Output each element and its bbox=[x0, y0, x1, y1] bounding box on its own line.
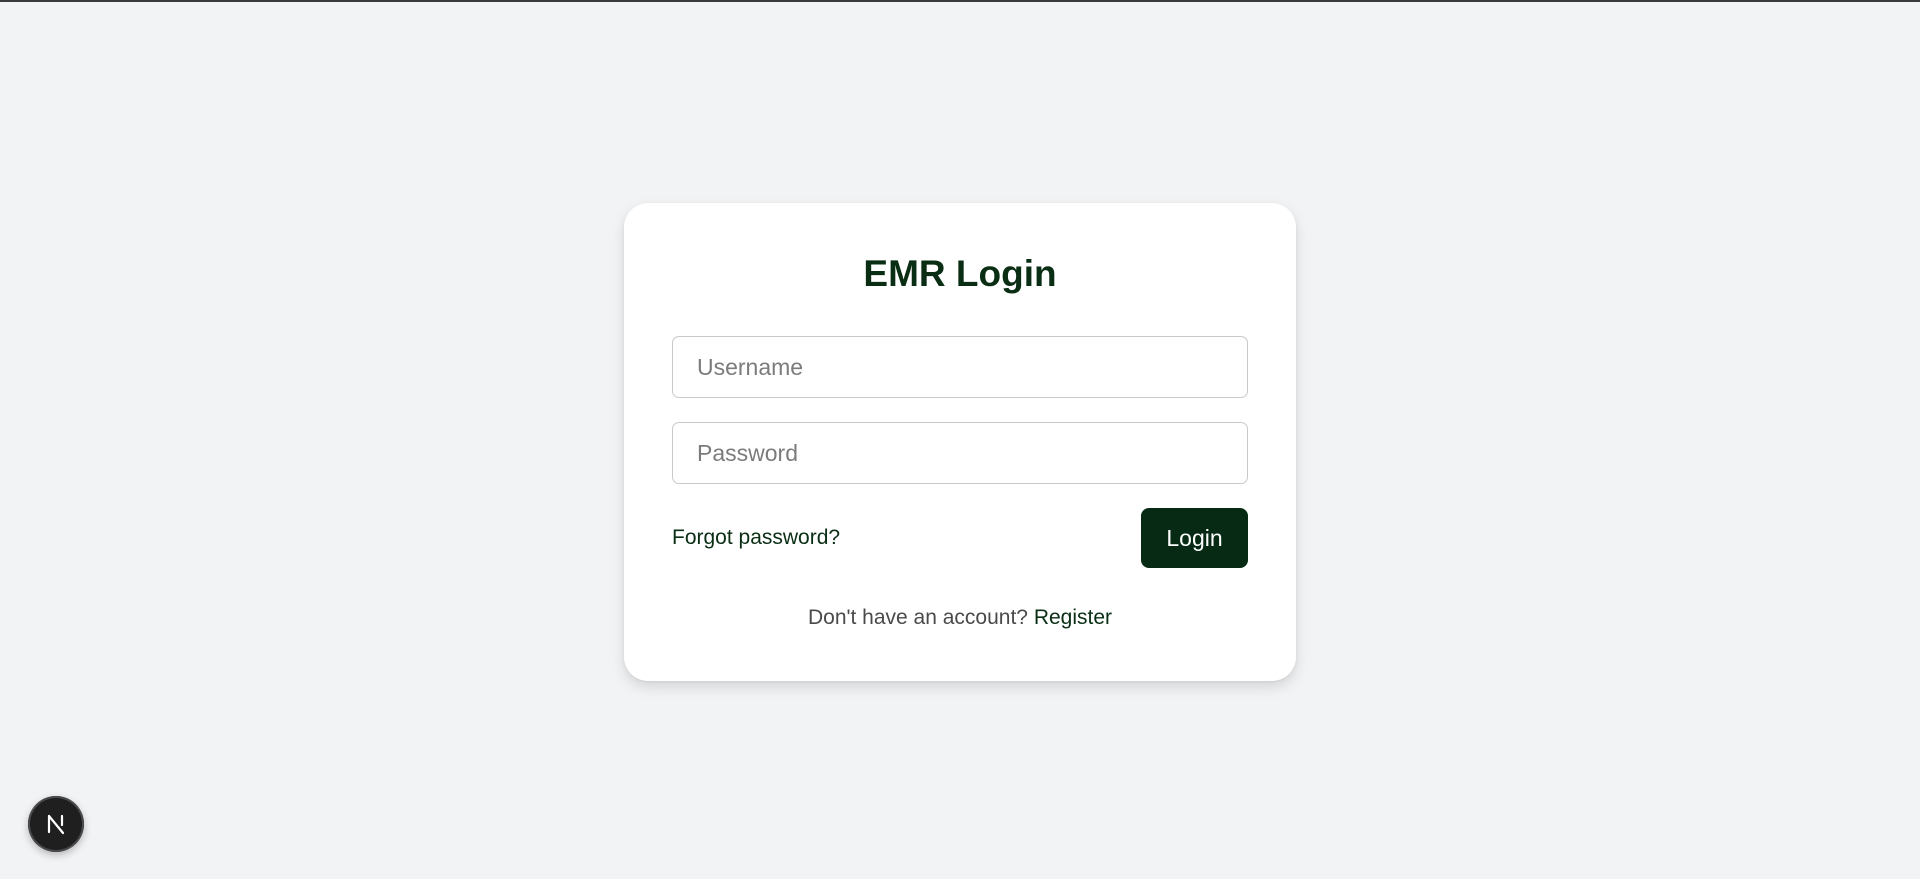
nextjs-dev-tools-button[interactable] bbox=[28, 796, 84, 852]
register-prompt: Don't have an account? Register bbox=[624, 605, 1296, 631]
login-button[interactable]: Login bbox=[1141, 508, 1248, 568]
username-input[interactable] bbox=[672, 336, 1248, 398]
register-link[interactable]: Register bbox=[1034, 606, 1112, 629]
password-input[interactable] bbox=[672, 422, 1248, 484]
register-prompt-text: Don't have an account? bbox=[807, 606, 1028, 629]
nextjs-logo-icon bbox=[47, 814, 65, 835]
forgot-password-link[interactable]: Forgot password? bbox=[672, 525, 840, 551]
page-title: EMR Login bbox=[863, 253, 1057, 294]
login-card: EMR Login Forgot password? Login Don't h… bbox=[624, 203, 1296, 681]
